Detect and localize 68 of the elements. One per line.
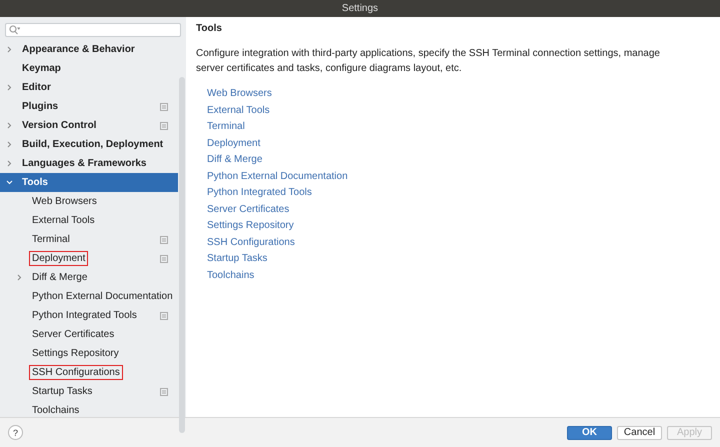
tree-item[interactable]: Web Browsers bbox=[0, 192, 178, 211]
settings-link[interactable]: Startup Tasks bbox=[207, 251, 268, 268]
tree-item[interactable]: Appearance & Behavior bbox=[0, 40, 178, 59]
tree-item-label: Web Browsers bbox=[31, 195, 98, 209]
tree-item[interactable]: Startup Tasks bbox=[0, 382, 178, 401]
tree-item-label: Build, Execution, Deployment bbox=[21, 138, 164, 152]
window-title: Settings bbox=[342, 3, 378, 14]
description: Configure integration with third-party applications, specify the SSH Terminal connection settings, manage server certificates and tasks, configure diagrams layout, etc. bbox=[196, 47, 661, 76]
settings-link[interactable]: Settings Repository bbox=[207, 218, 294, 234]
search-field[interactable] bbox=[5, 23, 181, 37]
help-button[interactable]: ? bbox=[8, 425, 23, 440]
chevron-right-icon[interactable] bbox=[6, 122, 13, 129]
tree-item[interactable]: Python Integrated Tools bbox=[0, 306, 178, 325]
tree-item-label: Plugins bbox=[21, 100, 60, 114]
chevron-right-icon[interactable] bbox=[16, 274, 23, 281]
scrollbar[interactable] bbox=[179, 77, 185, 433]
dialog-button[interactable]: Cancel bbox=[617, 426, 662, 440]
tree-item-label: Version Control bbox=[21, 119, 98, 133]
tree-item-label: External Tools bbox=[31, 214, 96, 228]
settings-link[interactable]: Toolchains bbox=[207, 268, 254, 284]
tree-item[interactable]: Version Control bbox=[0, 116, 178, 135]
settings-link[interactable]: Deployment bbox=[207, 136, 260, 152]
settings-link[interactable]: Server Certificates bbox=[207, 202, 290, 218]
settings-link[interactable]: Python External Documentation bbox=[207, 168, 348, 185]
tree-item[interactable]: Deployment bbox=[0, 249, 178, 268]
chevron-right-icon[interactable] bbox=[6, 141, 13, 148]
tree-item[interactable]: Build, Execution, Deployment bbox=[0, 135, 178, 154]
tree-item[interactable]: Settings Repository bbox=[0, 344, 178, 363]
tree-item-label: Python Integrated Tools bbox=[31, 309, 138, 323]
tree-item[interactable]: SSH Configurations bbox=[0, 363, 178, 382]
tree-item[interactable]: Editor bbox=[0, 78, 178, 97]
chevron-down-icon[interactable] bbox=[6, 179, 13, 186]
tree-item[interactable]: Terminal bbox=[0, 230, 178, 249]
tree-item-label: Settings Repository bbox=[31, 347, 120, 361]
tree-item[interactable]: Toolchains bbox=[0, 401, 178, 420]
tree-item[interactable]: Plugins bbox=[0, 97, 178, 116]
tree-item[interactable]: Tools bbox=[0, 173, 178, 192]
tree-item[interactable]: Diff & Merge bbox=[0, 268, 178, 287]
page-title: Tools bbox=[196, 23, 223, 34]
tree-item-label: Deployment bbox=[29, 251, 88, 266]
tree-item-label: Server Certificates bbox=[31, 328, 116, 342]
tree-item-label: Diff & Merge bbox=[31, 271, 88, 285]
tree-item-label: Python External Documentation bbox=[31, 290, 174, 304]
chevron-right-icon[interactable] bbox=[6, 46, 13, 53]
settings-link[interactable]: SSH Configurations bbox=[207, 234, 295, 251]
tree-item-label: Terminal bbox=[31, 233, 71, 247]
tree-item-label: Tools bbox=[21, 176, 49, 190]
tree-item-label: Startup Tasks bbox=[31, 385, 94, 399]
tree-item[interactable]: External Tools bbox=[0, 211, 178, 230]
settings-link[interactable]: Terminal bbox=[207, 119, 245, 136]
settings-link[interactable]: External Tools bbox=[207, 102, 270, 119]
tree-item-label: Languages & Frameworks bbox=[21, 157, 148, 171]
tree-item[interactable]: Languages & Frameworks bbox=[0, 154, 178, 173]
tree-item[interactable]: Python External Documentation bbox=[0, 287, 178, 306]
settings-link[interactable]: Diff & Merge bbox=[207, 152, 262, 168]
settings-link[interactable]: Web Browsers bbox=[207, 86, 272, 102]
tree-item[interactable]: Keymap bbox=[0, 59, 178, 78]
ok-button[interactable]: OK bbox=[567, 426, 612, 440]
tree-item-label: Appearance & Behavior bbox=[21, 43, 136, 57]
tree-item[interactable]: Server Certificates bbox=[0, 325, 178, 344]
settings-link[interactable]: Python Integrated Tools bbox=[207, 185, 312, 202]
chevron-right-icon[interactable] bbox=[6, 160, 13, 167]
tree-item-label: Keymap bbox=[21, 62, 62, 76]
chevron-right-icon[interactable] bbox=[6, 84, 13, 91]
tree-item-label: Editor bbox=[21, 81, 52, 95]
tree-item-label: SSH Configurations bbox=[29, 365, 123, 380]
search-icon bbox=[9, 25, 20, 35]
tree-item-label: Toolchains bbox=[31, 404, 80, 418]
